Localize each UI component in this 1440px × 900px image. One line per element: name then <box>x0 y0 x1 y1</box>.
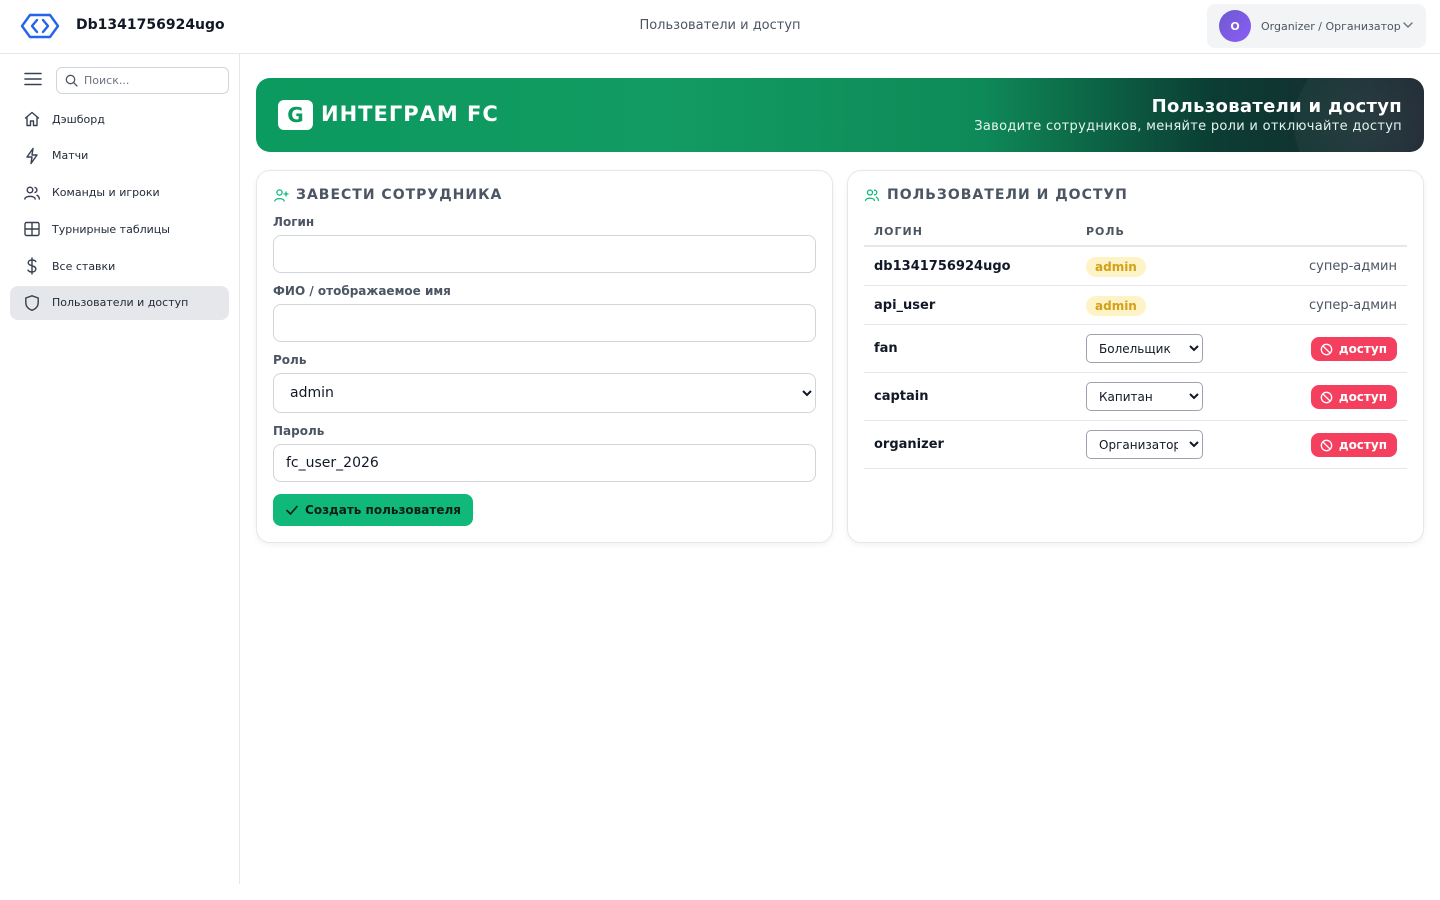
brand-name: ИНТЕГРАМ FC <box>321 102 499 126</box>
table-row: db1341756924ugo admin супер-админ <box>864 247 1407 286</box>
users-icon <box>864 189 880 202</box>
sidebar-item-matches[interactable]: Матчи <box>10 139 229 173</box>
sidebar-nav: Дэшборд Матчи Команды и игроки Турнирные… <box>10 102 229 323</box>
table-row: organizer Организатор доступ <box>864 421 1407 469</box>
users-table: ЛОГИН РОЛЬ db1341756924ugo admin супер-а… <box>864 217 1407 469</box>
avatar: O <box>1219 10 1251 42</box>
lightning-icon <box>26 147 38 164</box>
search-icon <box>65 74 78 87</box>
create-user-card: ЗАВЕСТИ СОТРУДНИКА Логин ФИО / отображае… <box>256 170 833 543</box>
search-input[interactable] <box>84 74 214 87</box>
page-banner: G ИНТЕГРАМ FC Пользователи и доступ Заво… <box>256 78 1424 152</box>
table-row: captain Капитан доступ <box>864 373 1407 421</box>
button-label: Создать пользователя <box>305 503 461 517</box>
status-text: супер-админ <box>1309 259 1397 274</box>
sidebar-search[interactable] <box>56 67 229 94</box>
revoke-access-button[interactable]: доступ <box>1310 433 1397 457</box>
create-user-button[interactable]: Создать пользователя <box>273 494 473 526</box>
user-role-select[interactable]: Болельщик <box>1086 334 1203 363</box>
fullname-input[interactable] <box>273 304 816 342</box>
user-login: db1341756924ugo <box>874 259 1011 274</box>
users-access-card: ПОЛЬЗОВАТЕЛИ И ДОСТУП ЛОГИН РОЛЬ db13417… <box>847 170 1424 543</box>
status-text: супер-админ <box>1309 298 1397 313</box>
role-select[interactable]: admin <box>273 373 816 413</box>
menu-icon[interactable] <box>24 72 42 86</box>
button-label: доступ <box>1338 438 1387 452</box>
brand-badge: G <box>278 100 313 130</box>
card-title: ЗАВЕСТИ СОТРУДНИКА <box>296 187 503 203</box>
sidebar-item-teams[interactable]: Команды и игроки <box>10 176 229 210</box>
user-plus-icon <box>274 189 289 202</box>
user-login: api_user <box>874 298 936 313</box>
ban-icon <box>1320 439 1333 451</box>
sidebar-item-label: Пользователи и доступ <box>52 296 189 310</box>
check-icon <box>286 505 298 515</box>
table-icon <box>24 222 40 237</box>
revoke-access-button[interactable]: доступ <box>1310 385 1397 409</box>
user-role-select[interactable]: Капитан <box>1086 382 1203 411</box>
chevron-down-icon <box>1403 22 1413 28</box>
sidebar-item-label: Турнирные таблицы <box>52 222 170 236</box>
sidebar-item-label: Дэшборд <box>52 112 105 126</box>
password-input[interactable] <box>273 444 816 482</box>
banner-subtitle: Заводите сотрудников, меняйте роли и отк… <box>974 119 1402 134</box>
shield-icon <box>25 295 39 311</box>
sidebar-item-standings[interactable]: Турнирные таблицы <box>10 212 229 246</box>
user-login: captain <box>874 389 929 404</box>
table-row: fan Болельщик доступ <box>864 325 1407 373</box>
column-header-role: РОЛЬ <box>1086 225 1125 238</box>
sidebar-item-bets[interactable]: Все ставки <box>10 249 229 283</box>
sidebar-item-dashboard[interactable]: Дэшборд <box>10 102 229 136</box>
users-access-heading: ПОЛЬЗОВАТЕЛИ И ДОСТУП <box>864 187 1128 203</box>
sidebar-item-label: Матчи <box>52 149 89 163</box>
home-icon <box>24 111 40 127</box>
app-logo-icon[interactable] <box>20 11 60 41</box>
card-title: ПОЛЬЗОВАТЕЛИ И ДОСТУП <box>887 187 1128 203</box>
user-label: Organizer / Организатор <box>1261 19 1401 33</box>
table-row: api_user admin супер-админ <box>864 286 1407 325</box>
revoke-access-button[interactable]: доступ <box>1310 337 1397 361</box>
role-badge: admin <box>1086 257 1146 277</box>
users-icon <box>24 186 40 200</box>
sidebar: Дэшборд Матчи Команды и игроки Турнирные… <box>0 54 240 884</box>
button-label: доступ <box>1338 342 1387 356</box>
fullname-label: ФИО / отображаемое имя <box>273 284 451 298</box>
sidebar-item-users-access[interactable]: Пользователи и доступ <box>10 285 229 320</box>
password-label: Пароль <box>273 424 325 438</box>
dollar-icon <box>27 257 37 275</box>
sidebar-item-label: Все ставки <box>52 259 116 273</box>
login-label: Логин <box>273 215 315 229</box>
user-login: fan <box>874 341 898 356</box>
role-badge: admin <box>1086 296 1146 316</box>
app-title: Db1341756924ugo <box>76 17 225 33</box>
top-bar: Db1341756924ugo Пользователи и доступ O … <box>0 0 1440 54</box>
ban-icon <box>1320 343 1333 355</box>
create-user-heading: ЗАВЕСТИ СОТРУДНИКА <box>273 187 502 203</box>
table-header: ЛОГИН РОЛЬ <box>864 217 1407 247</box>
user-role-select[interactable]: Организатор <box>1086 430 1203 459</box>
login-input[interactable] <box>273 235 816 273</box>
sidebar-item-label: Команды и игроки <box>52 186 160 200</box>
ban-icon <box>1320 391 1333 403</box>
button-label: доступ <box>1338 390 1387 404</box>
role-label: Роль <box>273 353 307 367</box>
user-login: organizer <box>874 437 944 452</box>
banner-title: Пользователи и доступ <box>1151 96 1402 117</box>
column-header-login: ЛОГИН <box>874 225 923 238</box>
user-menu[interactable]: O Organizer / Организатор <box>1207 4 1426 48</box>
